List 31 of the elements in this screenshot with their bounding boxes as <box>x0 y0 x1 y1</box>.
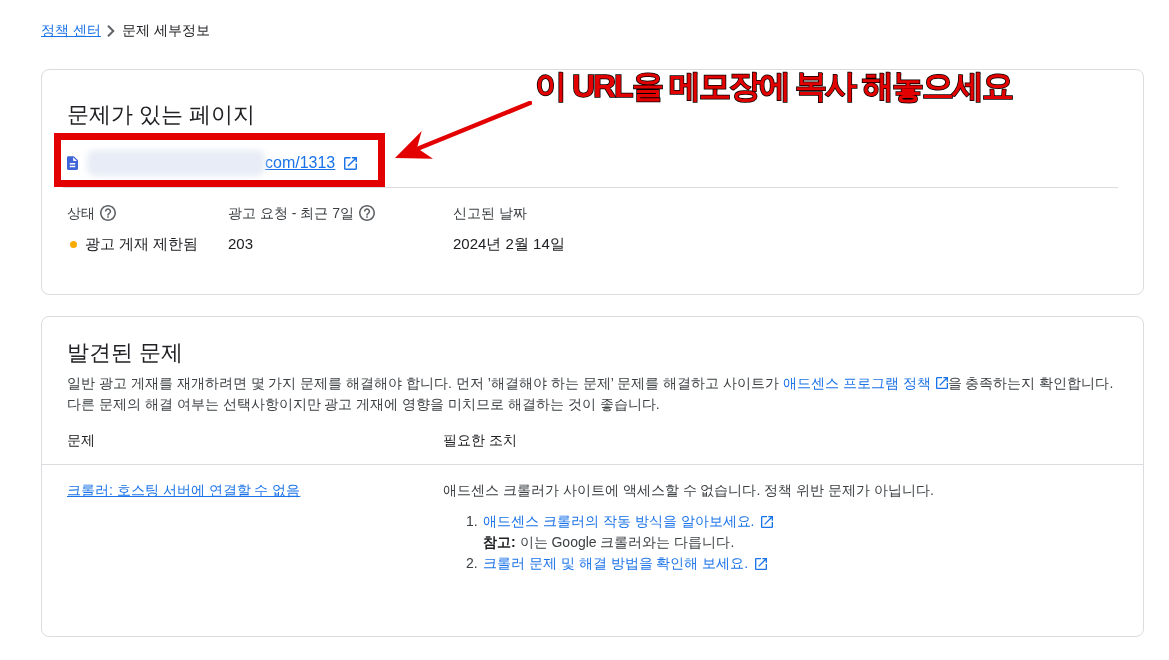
stat-value: 광고 게재 제한됨 <box>85 234 199 254</box>
list-number: 1. <box>466 512 479 531</box>
column-header: 필요한 조치 <box>443 431 517 450</box>
stat-value: 203 <box>228 234 254 254</box>
issue-link[interactable]: 크롤러: 호스팅 서버에 연결할 수 없음 <box>67 480 301 500</box>
help-icon[interactable] <box>359 205 375 221</box>
chevron-right-icon <box>106 25 115 37</box>
breadcrumb-current: 문제 세부정보 <box>121 22 210 40</box>
action-text: 애드센스 크롤러가 사이트에 액세스할 수 없습니다. 정책 위반 문제가 아닙니다. <box>443 481 934 500</box>
list-number: 2. <box>466 554 479 573</box>
help-link[interactable]: 크롤러 문제 및 해결 방법을 확인해 보세요. <box>483 553 749 574</box>
page-url-link[interactable]: com/1313 <box>265 154 336 172</box>
help-link[interactable]: 애드센스 크롤러의 작동 방식을 알아보세요. <box>483 511 755 532</box>
external-link-icon <box>761 515 774 528</box>
stat-label: 광고 요청 - 최근 7일 <box>228 204 354 223</box>
external-link-icon <box>755 557 768 570</box>
external-link-icon <box>935 377 948 389</box>
description-text: 일반 광고 게재를 재개하려면 몇 가지 문제를 해결해야 합니다. 먼저 ’해결해야 하는 문제’ 문제를 해결하고 사이트가 애드센스 프로그램 정책 을 충족하는지 확인합니다. 다른 문제의 해결 여부는 선택사항이지만 광고 게재에 영향을 미치므로 해결하는 것이 좋습니다. <box>67 374 1115 414</box>
column-header: 문제 <box>67 431 95 450</box>
breadcrumb-link[interactable]: 정책 센터 <box>41 22 101 40</box>
external-link-icon[interactable] <box>344 156 358 170</box>
stat-value: 2024년 2월 14일 <box>453 234 565 254</box>
annotation-text: 이 URL을 메모장에 복사 해놓으세요 <box>535 68 1013 104</box>
policy-link[interactable]: 애드센스 프로그램 정책 <box>782 375 931 391</box>
help-icon[interactable] <box>100 205 116 221</box>
card-title: 발견된 문제 <box>67 339 184 367</box>
document-icon <box>67 156 78 170</box>
card-title: 문제가 있는 페이지 <box>67 101 256 129</box>
stat-label: 신고된 날짜 <box>453 204 527 223</box>
note-text: 참고: 이는 Google 크롤러와는 다릅니다. <box>483 533 735 552</box>
stat-label: 상태 <box>67 204 95 223</box>
